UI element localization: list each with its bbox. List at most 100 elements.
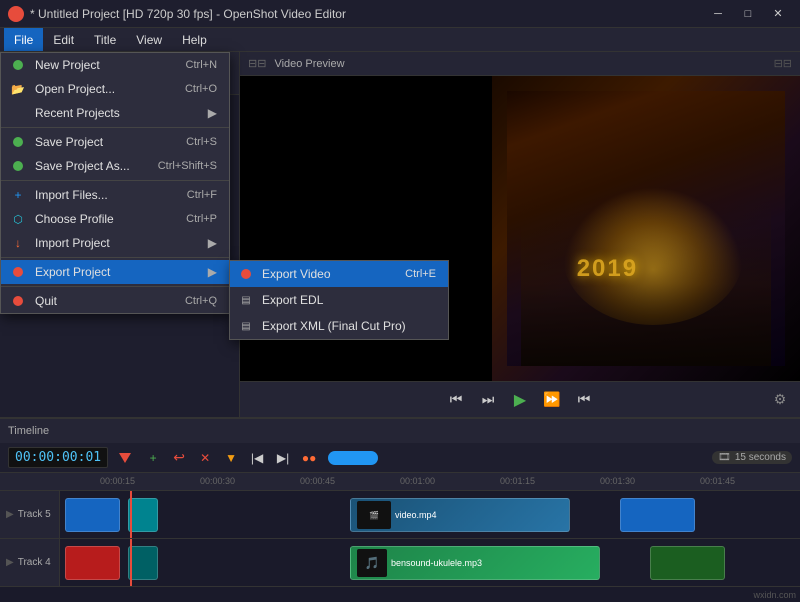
save-project-label: Save Project: [35, 135, 103, 149]
new-project-icon: [9, 58, 27, 72]
menu-edit[interactable]: Edit: [43, 28, 84, 51]
menu-item-quit[interactable]: Quit Ctrl+Q: [1, 289, 229, 313]
zoom-indicator: 🎞 15 seconds: [712, 451, 792, 464]
audio-clip-icon: 🎵: [357, 549, 387, 577]
import-files-label: Import Files...: [35, 188, 108, 202]
export-project-arrow: ▶: [208, 265, 217, 279]
next-frame-button[interactable]: ⏩: [540, 388, 564, 412]
undo-button[interactable]: ↩: [168, 447, 190, 469]
quit-label: Quit: [35, 294, 57, 308]
submenu-item-export-xml[interactable]: ▤ Export XML (Final Cut Pro): [230, 313, 448, 339]
skip-start-button[interactable]: ⏮: [444, 388, 468, 412]
video-clip-thumb: 🎬: [357, 501, 391, 529]
track-5-video-label: video.mp4: [395, 510, 437, 520]
timeline-toolbar: 00:00:00:01 + ↩ ✕ ▼ |◀ ▶| ●● 🎞 15 second…: [0, 443, 800, 473]
track-5-clip-2[interactable]: [128, 498, 158, 532]
import-project-label: Import Project: [35, 236, 110, 250]
menu-item-open-project[interactable]: 📂 Open Project... Ctrl+O: [1, 77, 229, 101]
export-submenu: Export Video Ctrl+E ▤ Export EDL ▤ Expor…: [229, 260, 449, 340]
remove-button[interactable]: ✕: [194, 447, 216, 469]
quit-icon: [9, 294, 27, 308]
menu-item-choose-profile[interactable]: ⬡ Choose Profile Ctrl+P: [1, 207, 229, 231]
menu-item-recent-projects[interactable]: Recent Projects ▶: [1, 101, 229, 125]
export-edl-icon: ▤: [238, 292, 254, 308]
menu-file[interactable]: File: [4, 28, 43, 51]
timeline-header: Timeline: [0, 419, 800, 443]
import-files-shortcut: Ctrl+F: [167, 189, 217, 201]
export-video-label: Export Video: [262, 267, 331, 281]
track-4-clip-2[interactable]: [128, 546, 158, 580]
add-track-button[interactable]: +: [142, 447, 164, 469]
new-project-label: New Project: [35, 58, 100, 72]
skip-fwd-button[interactable]: ▶|: [272, 447, 294, 469]
timeline-area: Timeline 00:00:00:01 + ↩ ✕ ▼ |◀ ▶| ●● 🎞 …: [0, 417, 800, 602]
track-5-clip-4[interactable]: [620, 498, 695, 532]
track-5-clip-1[interactable]: [65, 498, 120, 532]
close-button[interactable]: ✕: [764, 4, 792, 24]
recent-projects-arrow: ▶: [208, 106, 217, 120]
save-project-shortcut: Ctrl+S: [166, 136, 217, 148]
titlebar-left: * Untitled Project [HD 720p 30 fps] - Op…: [8, 6, 346, 22]
track-5-content[interactable]: 🎬 video.mp4: [60, 491, 800, 538]
skip-back-button[interactable]: |◀: [246, 447, 268, 469]
menu-title[interactable]: Title: [84, 28, 126, 51]
save-project-as-icon: [9, 159, 27, 173]
choose-profile-icon: ⬡: [9, 212, 27, 226]
open-project-label: Open Project...: [35, 82, 115, 96]
track-4-content[interactable]: 🎵 bensound-ukulele.mp3: [60, 539, 800, 586]
track-5-video-clip[interactable]: 🎬 video.mp4: [350, 498, 570, 532]
recent-projects-label: Recent Projects: [35, 106, 120, 120]
ruler-tick-3: 00:00:45: [300, 476, 335, 486]
export-video-icon: [238, 266, 254, 282]
track-4-clip-4[interactable]: [650, 546, 725, 580]
menu-item-new-project[interactable]: New Project Ctrl+N: [1, 53, 229, 77]
divider-4: [1, 286, 229, 287]
export-xml-label: Export XML (Final Cut Pro): [262, 319, 406, 333]
menu-view[interactable]: View: [126, 28, 172, 51]
timeline-ruler: 00:00:15 00:00:30 00:00:45 00:01:00 00:0…: [0, 473, 800, 491]
playback-controls: ⏮ ⏭ ▶ ⏩ ⏮ ⚙: [240, 381, 800, 417]
skip-end-button[interactable]: ⏮: [572, 388, 596, 412]
record-button[interactable]: ●●: [298, 447, 320, 469]
menu-item-import-project[interactable]: ↓ Import Project ▶: [1, 231, 229, 255]
zoom-slider[interactable]: [328, 451, 378, 465]
import-files-icon: +: [9, 188, 27, 202]
menu-item-save-project-as[interactable]: Save Project As... Ctrl+Shift+S: [1, 154, 229, 178]
menu-item-save-project[interactable]: Save Project Ctrl+S: [1, 130, 229, 154]
track-5-name: Track 5: [18, 509, 51, 520]
export-project-label: Export Project: [35, 265, 110, 279]
submenu-item-export-edl[interactable]: ▤ Export EDL: [230, 287, 448, 313]
track-4-clip-1[interactable]: [65, 546, 120, 580]
track-4-audio-label: bensound-ukulele.mp3: [391, 558, 482, 568]
choose-profile-shortcut: Ctrl+P: [166, 213, 217, 225]
export-video-shortcut: Ctrl+E: [385, 268, 436, 280]
menu-help[interactable]: Help: [172, 28, 217, 51]
titlebar: * Untitled Project [HD 720p 30 fps] - Op…: [0, 0, 800, 28]
minimize-button[interactable]: ─: [704, 4, 732, 24]
settings-button[interactable]: ⚙: [768, 388, 792, 412]
open-project-shortcut: Ctrl+O: [165, 83, 217, 95]
titlebar-title: * Untitled Project [HD 720p 30 fps] - Op…: [30, 7, 346, 21]
play-button[interactable]: ▶: [508, 388, 532, 412]
submenu-item-export-video[interactable]: Export Video Ctrl+E: [230, 261, 448, 287]
track-4-audio-clip[interactable]: 🎵 bensound-ukulele.mp3: [350, 546, 600, 580]
playback-area: ⏮ ⏭ ▶ ⏩ ⏮ ⚙: [240, 388, 800, 412]
prev-frame-button[interactable]: ⏭: [476, 388, 500, 412]
menu-item-export-project[interactable]: Export Project ▶ Export Video Ctrl+E ▤ E…: [1, 260, 229, 284]
track-4-name: Track 4: [18, 557, 51, 568]
menu-item-import-files[interactable]: + Import Files... Ctrl+F: [1, 183, 229, 207]
zoom-label: 15 seconds: [735, 452, 786, 463]
thumb-shadow: [521, 201, 770, 366]
track-4-label: ▶ Track 4: [0, 539, 60, 586]
maximize-button[interactable]: □: [734, 4, 762, 24]
ruler-tick-7: 00:01:45: [700, 476, 735, 486]
filter-button[interactable]: ▼: [220, 447, 242, 469]
export-xml-icon: ▤: [238, 318, 254, 334]
new-project-shortcut: Ctrl+N: [166, 59, 217, 71]
ruler-tick-5: 00:01:15: [500, 476, 535, 486]
divider-3: [1, 257, 229, 258]
ruler-tick-6: 00:01:30: [600, 476, 635, 486]
track-playhead: [130, 491, 132, 538]
thumb-text: 2019: [577, 255, 638, 283]
open-project-icon: 📂: [9, 82, 27, 96]
